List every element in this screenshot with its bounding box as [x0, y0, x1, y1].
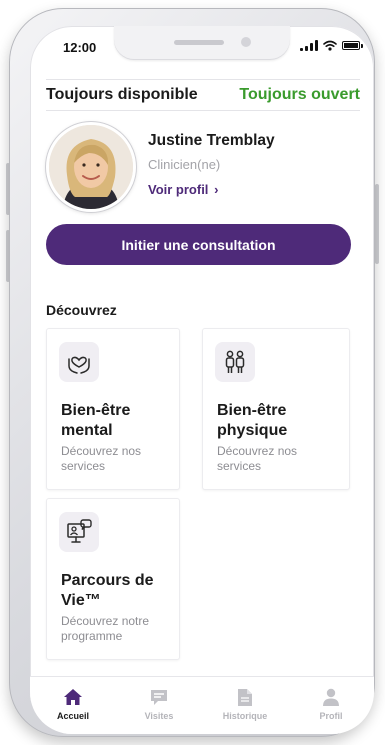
battery-icon — [342, 41, 363, 50]
view-profile-label: Voir profil — [148, 182, 209, 197]
nav-item-profile[interactable]: Profil — [291, 677, 371, 721]
service-card-physical[interactable]: Bien-être physique Découvrez nos service… — [202, 328, 350, 490]
status-icons — [300, 40, 363, 51]
phone-screen: 12:00 Toujours disponible Toujours ouver… — [30, 26, 374, 734]
nav-label: Accueil — [56, 711, 89, 721]
avatar[interactable] — [46, 122, 136, 212]
chevron-right-icon: › — [214, 182, 219, 197]
nav-label: Profil — [319, 711, 343, 721]
status-time: 12:00 — [63, 40, 97, 55]
nav-item-visits[interactable]: Visites — [119, 677, 199, 721]
start-consultation-button[interactable]: Initier une consultation — [46, 224, 351, 265]
power-button — [375, 184, 379, 264]
service-card-mental[interactable]: Bien-être mental Découvrez nos services — [46, 328, 180, 490]
card-title: Bien-être physique — [217, 402, 288, 439]
card-description: Découvrez notre programme — [61, 614, 150, 643]
availability-status: Toujours ouvert — [239, 86, 360, 103]
presentation-icon — [59, 512, 99, 552]
discover-title: Découvrez — [46, 302, 117, 318]
signal-icon — [300, 40, 318, 51]
nav-label: Visites — [144, 711, 174, 721]
card-title: Parcours de Vie™ — [61, 572, 154, 609]
view-profile-link[interactable]: Voir profil › — [148, 182, 218, 197]
clinician-role: Clinicien(ne) — [148, 157, 221, 172]
home-icon — [62, 687, 84, 707]
nav-item-history[interactable]: Historique — [205, 677, 285, 721]
phone-frame: 12:00 Toujours disponible Toujours ouver… — [9, 8, 375, 737]
service-card-life-path[interactable]: Parcours de Vie™ Découvrez notre program… — [46, 498, 180, 660]
clinician-card: Justine Tremblay Clinicien(ne) Voir prof… — [46, 122, 366, 212]
people-icon — [215, 342, 255, 382]
speaker-grille — [174, 40, 224, 45]
card-title: Bien-être mental — [61, 402, 131, 439]
chat-icon — [148, 687, 170, 707]
heart-hands-icon — [59, 342, 99, 382]
clinician-name: Justine Tremblay — [148, 132, 275, 149]
card-description: Découvrez nos services — [217, 444, 298, 473]
clinician-photo — [49, 125, 133, 209]
card-description: Découvrez nos services — [61, 444, 142, 473]
bottom-nav: Accueil Visites Historique Profil — [30, 676, 374, 734]
user-icon — [320, 687, 342, 707]
wifi-icon — [323, 40, 337, 51]
camera-icon — [241, 37, 251, 47]
availability-label: Toujours disponible — [46, 86, 198, 103]
phone-notch — [114, 26, 290, 60]
document-icon — [234, 687, 256, 707]
nav-item-home[interactable]: Accueil — [33, 677, 113, 721]
availability-row: Toujours disponible Toujours ouvert — [46, 79, 360, 111]
nav-label: Historique — [222, 711, 268, 721]
